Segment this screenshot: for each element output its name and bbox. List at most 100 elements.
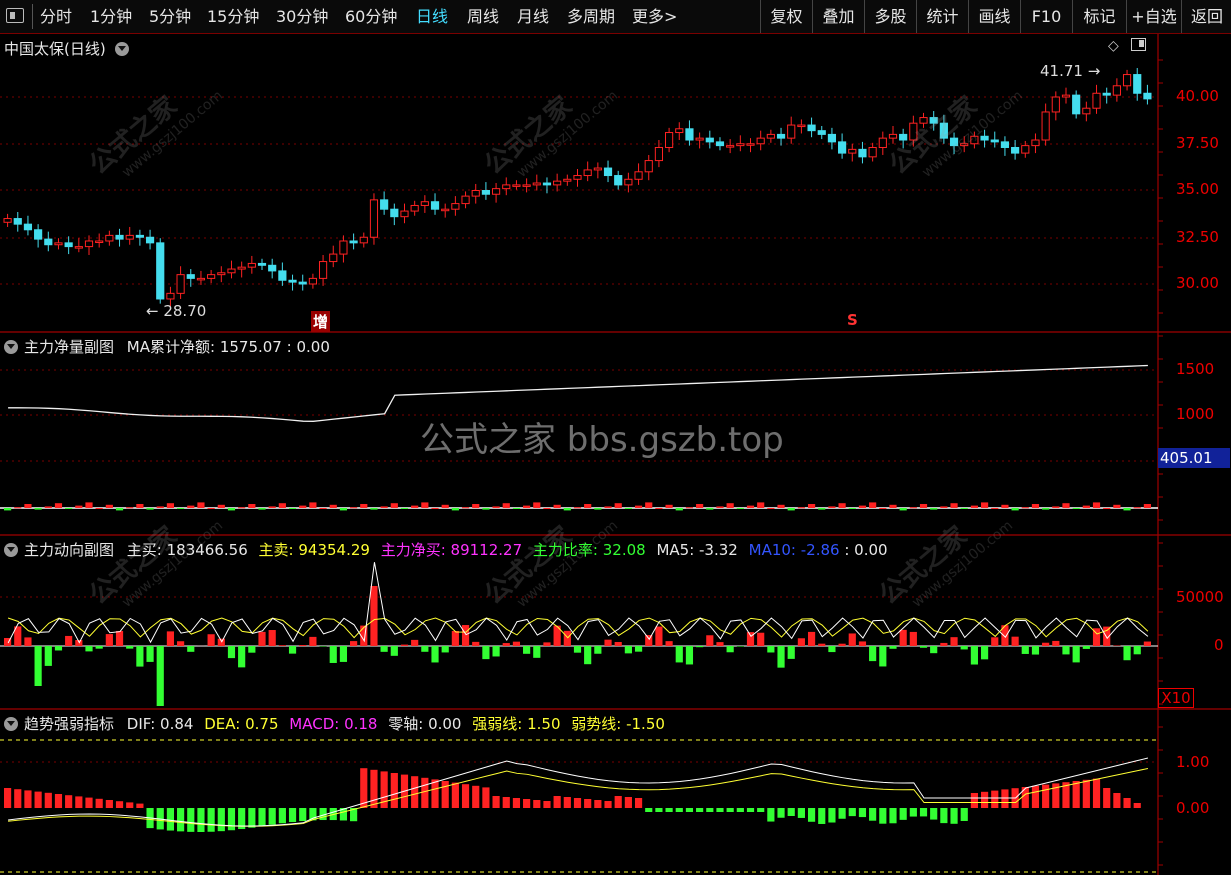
net-volume-bar [54, 503, 63, 508]
candle-body [685, 128, 694, 141]
main-force-bar [767, 646, 775, 653]
candle [329, 245, 338, 268]
panel-toggle-icon[interactable] [1131, 38, 1147, 51]
main-force-bar [604, 639, 612, 646]
macd-bar [105, 800, 113, 808]
panel-dropdown-icon[interactable] [4, 543, 18, 557]
main-force-bar [54, 646, 63, 651]
low-price-label: ← 28.70 [146, 302, 207, 320]
main-force-bar [685, 646, 694, 665]
main-force-bar [991, 637, 999, 646]
net-volume-bar [105, 504, 113, 508]
main-force-bar [777, 646, 785, 668]
macd-bar [421, 777, 429, 808]
buy-line [7, 562, 1149, 644]
candle [23, 215, 33, 236]
net-volume-bar [441, 504, 449, 508]
main-force-bar [757, 632, 765, 646]
candle-body [34, 229, 43, 240]
macd-bar [492, 796, 500, 808]
macd-bar [370, 769, 378, 808]
candle-body [288, 279, 297, 283]
candle-body [807, 124, 816, 132]
net-volume-bar [614, 503, 622, 508]
macd-bar [787, 808, 795, 817]
main-force-bar [848, 633, 856, 646]
candle-body [1092, 92, 1101, 109]
candle [420, 195, 429, 213]
candle-body [1000, 141, 1010, 148]
candle-body [451, 203, 460, 210]
dropdown-icon[interactable] [114, 42, 129, 56]
main-force-bar [1011, 636, 1019, 646]
main-force-bar [268, 630, 276, 646]
macd-bar [736, 808, 744, 812]
diamond-icon[interactable]: ◇ [1108, 38, 1119, 54]
marker-s[interactable]: S [847, 311, 858, 329]
panel-dropdown-icon[interactable] [4, 340, 18, 354]
candle-body [481, 190, 490, 195]
net-volume-bar [339, 508, 348, 511]
macd-bar [115, 801, 124, 808]
net-volume-bar [146, 508, 154, 510]
macd-bar [126, 802, 134, 808]
panel3-header: 趋势强弱指标 DIF: 0.84 DEA: 0.75 MACD: 0.18 零轴… [4, 713, 665, 734]
main-force-bar [441, 646, 449, 653]
panel2-title: 主力动向副图 [24, 541, 115, 559]
net-volume-bar [258, 508, 266, 510]
candle [848, 143, 857, 162]
net-volume-bar [502, 503, 510, 508]
net-volume-bar [268, 506, 276, 508]
dif-value: DIF: 0.84 [126, 715, 194, 733]
macd-bar [716, 808, 724, 812]
net-volume-bar [797, 507, 805, 509]
main-force-bar [838, 643, 846, 646]
candle [156, 238, 165, 304]
candle-body [776, 133, 786, 139]
main-force-bar [227, 646, 236, 659]
main-force-bar [85, 646, 93, 652]
main-force-bar [105, 634, 113, 646]
main-force-bar [584, 646, 592, 665]
marker-zeng[interactable]: 增 [311, 311, 331, 332]
main-force-bar [472, 641, 480, 646]
main-force-bar [909, 631, 917, 646]
macd-bar [461, 784, 470, 808]
candle-body [278, 270, 287, 281]
macd-bar [655, 808, 663, 812]
candle-body [1061, 94, 1071, 98]
panel2-header: 主力动向副图 主买: 183466.56 主卖: 94354.29 主力净买: … [4, 539, 888, 560]
net-volume-bar [1082, 505, 1090, 508]
macd-bar [950, 808, 958, 824]
candle [675, 122, 684, 141]
macd-bar [1001, 789, 1009, 808]
main-force-bar [390, 646, 398, 656]
main-force-bar [614, 642, 622, 646]
net-volume-bar [767, 508, 775, 509]
candle-body [644, 160, 653, 173]
main-force-bar [411, 639, 419, 646]
macd-bar [828, 808, 836, 823]
candle [237, 261, 246, 278]
candle-body [390, 208, 399, 218]
candle-body [1051, 96, 1060, 113]
net-volume-bar [838, 503, 846, 508]
macd-bar [299, 808, 307, 822]
net-volume-bar [777, 504, 785, 508]
macd-bar [217, 808, 225, 832]
macd-bar [624, 797, 632, 808]
candle [380, 191, 389, 215]
panel-dropdown-icon[interactable] [4, 717, 18, 731]
net-volume-bar [1062, 503, 1070, 508]
main-force-bar [1082, 646, 1090, 649]
candle-body [410, 204, 419, 212]
net-volume-bar [238, 507, 246, 509]
stock-title[interactable]: 中国太保(日线) [4, 38, 135, 59]
net-volume-bar [451, 508, 459, 511]
candle [410, 200, 419, 216]
main-force-bar [380, 646, 388, 652]
chart-options: ◇ [1108, 38, 1147, 54]
net-volume-bar [380, 506, 388, 508]
net-volume-bar [34, 508, 42, 510]
candle [1102, 87, 1111, 104]
